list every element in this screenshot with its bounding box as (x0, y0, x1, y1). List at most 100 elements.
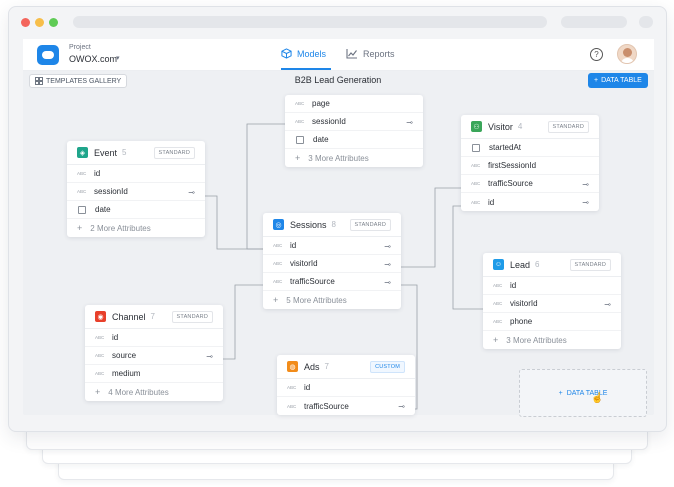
table-header[interactable]: ◍ Ads 7 CUSTOM (277, 355, 415, 379)
field-row[interactable]: ABC id (67, 165, 205, 183)
field-row[interactable]: ABC id ⊸ (461, 193, 599, 211)
status-badge: STANDARD (569, 258, 611, 271)
table-card-visitor[interactable]: ⚇ Visitor 4 STANDARD startedAt ABC firstS… (461, 115, 599, 211)
more-attributes-row[interactable]: +5 More Attributes (263, 291, 401, 309)
field-row[interactable]: ABC sessionId ⊸ (285, 113, 423, 131)
key-icon[interactable]: ⊸ (398, 402, 405, 411)
field-row[interactable]: ABC id (483, 277, 621, 295)
table-name: Ads (304, 361, 320, 372)
project-selector[interactable]: OWOX.com (69, 54, 117, 64)
field-row[interactable]: ABC trafficSource ⊸ (461, 175, 599, 193)
key-icon[interactable]: ⊸ (384, 260, 391, 269)
owox-logo-icon (37, 45, 59, 65)
text-type-icon: ABC (77, 171, 87, 176)
more-attributes-row[interactable]: +2 More Attributes (67, 219, 205, 237)
table-card-event[interactable]: ◈ Event 5 STANDARD ABC id ABC sessionId ⊸ d… (67, 141, 205, 237)
table-name: Event (94, 147, 118, 158)
table-header[interactable]: ◉ Channel 7 STANDARD (85, 305, 223, 329)
table-card-lead[interactable]: ☺ Lead 6 STANDARD ABC id ABC visitorId ⊸ AB… (483, 253, 621, 349)
more-attributes-row[interactable]: +4 More Attributes (85, 383, 223, 401)
field-row[interactable]: ABC visitorId ⊸ (483, 295, 621, 313)
minimize-dot[interactable] (35, 17, 44, 27)
chart-line-icon (346, 49, 357, 59)
field-row[interactable]: ABC id (277, 379, 415, 397)
ads-icon: ◍ (287, 361, 298, 372)
field-row[interactable]: ABC id ⊸ (263, 237, 401, 255)
table-name: Lead (510, 259, 531, 270)
field-row[interactable]: ABC firstSessionId (461, 157, 599, 175)
model-canvas[interactable]: ABC page ABC sessionId ⊸ date +3 More Attri… (23, 93, 654, 417)
table-header[interactable]: ⚇ Visitor 4 STANDARD (461, 115, 599, 139)
status-badge: STANDARD (153, 146, 195, 159)
attribute-count: 6 (535, 260, 540, 269)
field-row[interactable]: ABC id (85, 329, 223, 347)
close-dot[interactable] (21, 17, 30, 27)
maximize-dot[interactable] (49, 17, 58, 27)
field-name: visitorId (510, 299, 538, 308)
key-icon[interactable]: ⊸ (384, 278, 391, 287)
field-row[interactable]: date (285, 131, 423, 149)
address-bar[interactable] (73, 16, 547, 28)
field-row[interactable]: ABC medium (85, 365, 223, 383)
table-header[interactable]: ☺ Lead 6 STANDARD (483, 253, 621, 277)
add-data-table-placeholder[interactable]: + DATA TABLE (519, 369, 647, 417)
field-name: trafficSource (488, 179, 533, 188)
tab-active-indicator (281, 68, 331, 70)
table-header[interactable]: ◎ Sessions 8 STANDARD (263, 213, 401, 237)
field-name: id (304, 383, 311, 392)
status-badge: STANDARD (349, 218, 391, 231)
attribute-count: 4 (517, 122, 523, 131)
model-title: B2B Lead Generation (294, 75, 382, 85)
chevron-down-icon[interactable]: ▾ (116, 54, 120, 62)
key-icon[interactable]: ⊸ (582, 198, 589, 207)
attribute-count: 8 (331, 220, 336, 229)
key-icon[interactable]: ⊸ (188, 188, 195, 197)
more-attributes-row[interactable]: +3 More Attributes (285, 149, 423, 167)
text-type-icon: ABC (95, 353, 105, 358)
menu-placeholder (639, 16, 653, 28)
table-card-ads[interactable]: ◍ Ads 7 CUSTOM ABC id ABC trafficSource ⊸ (277, 355, 415, 415)
field-row[interactable]: ABC sessionId ⊸ (67, 183, 205, 201)
attribute-count: 5 (122, 148, 127, 157)
field-name: trafficSource (304, 401, 349, 411)
project-label: Project (69, 44, 91, 51)
field-row[interactable]: ABC page (285, 95, 423, 113)
attribute-count: 7 (150, 312, 155, 321)
avatar[interactable] (617, 44, 637, 64)
field-row[interactable]: ABC trafficSource ⊸ (263, 273, 401, 291)
table-card-sessions[interactable]: ◎ Sessions 8 STANDARD ABC id ⊸ ABC visitorI… (263, 213, 401, 309)
table-card-top[interactable]: ABC page ABC sessionId ⊸ date +3 More Attri… (285, 95, 423, 167)
field-name: id (488, 197, 495, 207)
field-row[interactable]: ABC phone (483, 313, 621, 331)
tab-reports[interactable]: Reports (346, 48, 395, 59)
field-row[interactable]: ABC source ⊸ (85, 347, 223, 365)
field-name: trafficSource (290, 277, 335, 286)
field-row[interactable]: ABC trafficSource ⊸ (277, 397, 415, 415)
table-card-channel[interactable]: ◉ Channel 7 STANDARD ABC id ABC source ⊸ AB… (85, 305, 223, 401)
field-row[interactable]: startedAt (461, 139, 599, 157)
status-badge: CUSTOM (370, 360, 405, 373)
tab-models[interactable]: Models (281, 48, 326, 59)
add-data-table-button[interactable]: + DATA TABLE (588, 73, 648, 88)
field-name: firstSessionId (488, 161, 537, 170)
more-attributes-row[interactable]: +3 More Attributes (483, 331, 621, 349)
table-header[interactable]: ◈ Event 5 STANDARD (67, 141, 205, 165)
field-row[interactable]: date (67, 201, 205, 219)
key-icon[interactable]: ⊸ (384, 242, 391, 251)
key-icon[interactable]: ⊸ (582, 180, 589, 189)
key-icon[interactable]: ⊸ (406, 118, 413, 127)
field-row[interactable]: ABC visitorId ⊸ (263, 255, 401, 273)
plus-icon: + (558, 389, 563, 397)
toolbar-placeholder (561, 16, 627, 28)
text-type-icon: ABC (95, 335, 105, 340)
text-type-icon: ABC (273, 243, 283, 248)
field-name: medium (112, 369, 141, 378)
text-type-icon: ABC (295, 119, 305, 124)
sub-toolbar: TEMPLATES GALLERY B2B Lead Generation + … (23, 72, 654, 92)
help-icon[interactable]: ? (590, 48, 603, 61)
field-name: visitorId (290, 259, 318, 268)
more-attributes-link: 4 More Attributes (108, 387, 169, 397)
key-icon[interactable]: ⊸ (604, 300, 611, 309)
key-icon[interactable]: ⊸ (206, 352, 213, 361)
templates-gallery-button[interactable]: TEMPLATES GALLERY (29, 74, 128, 88)
